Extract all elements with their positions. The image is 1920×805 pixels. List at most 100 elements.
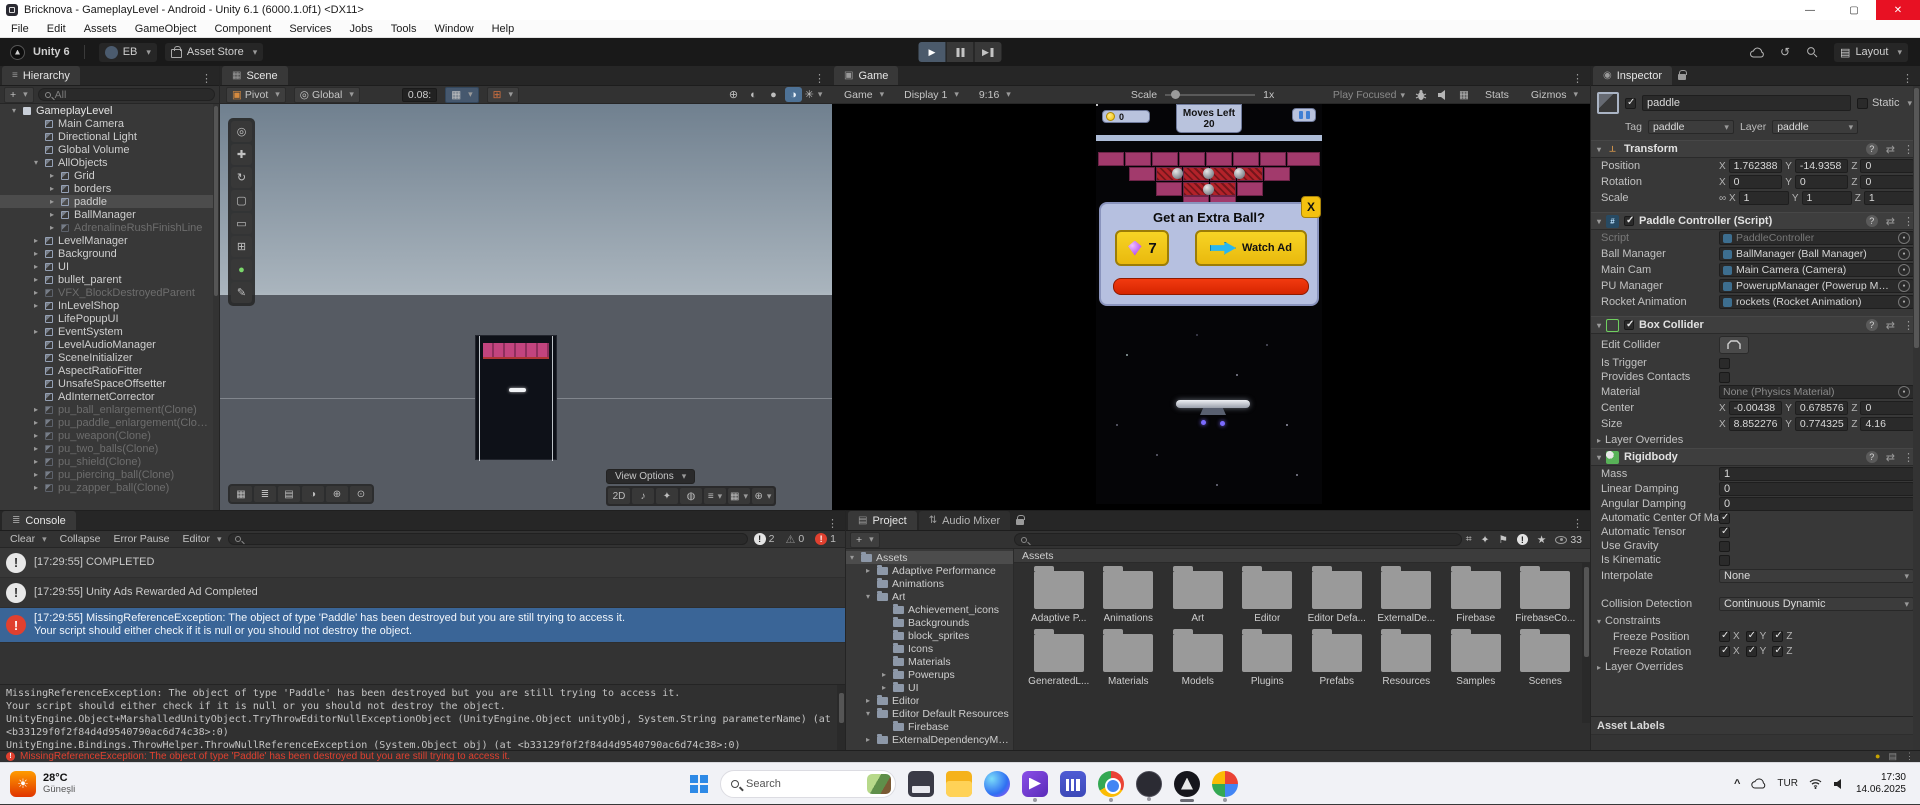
scene-effects-icon[interactable]: ◑ <box>785 87 802 102</box>
transform-header[interactable]: ▾ ⟂ Transform ? ⇄ <box>1591 140 1920 158</box>
y-field[interactable]: 1 <box>1801 191 1852 205</box>
copilot-icon[interactable] <box>984 770 1010 797</box>
y-field[interactable]: 0 <box>1794 175 1849 189</box>
layer-overrides-foldout[interactable]: ▸ Layer Overrides <box>1591 432 1920 448</box>
box-collider-header[interactable]: ▾ Box Collider ? ⇄ <box>1591 316 1920 334</box>
expand-arrow-icon[interactable] <box>850 553 861 562</box>
editor-status-bar[interactable]: ! MissingReferenceException: The object … <box>0 750 1920 762</box>
asset-folder[interactable]: Scenes <box>1511 629 1581 687</box>
provides-contacts-checkbox[interactable] <box>1719 371 1730 383</box>
global-toggle[interactable]: ◎ Global <box>293 86 360 103</box>
hierarchy-item[interactable]: AdrenalineRushFinishLine <box>0 221 219 234</box>
asset-folder[interactable]: Adaptive P... <box>1024 566 1094 624</box>
asset-folder[interactable]: Animations <box>1094 566 1164 624</box>
scene-visibility-icon[interactable]: ◍ <box>680 488 702 504</box>
help-icon[interactable]: ? <box>1865 143 1878 155</box>
wifi-icon[interactable] <box>1809 778 1822 789</box>
rotate-tool[interactable]: ↻ <box>231 167 252 188</box>
asset-store-dropdown[interactable]: Asset Store <box>164 43 264 61</box>
object-reference-field[interactable]: BallManager (Ball Manager) <box>1719 247 1914 261</box>
scene-audio-toggle-icon[interactable]: ♪ <box>632 488 654 504</box>
expand-arrow-icon[interactable] <box>866 735 877 744</box>
menu-item[interactable]: File <box>2 23 38 35</box>
foldout-icon[interactable]: ▾ <box>1597 217 1601 226</box>
step-button[interactable]: ▶ <box>974 42 1002 62</box>
gizmos-dropdown[interactable]: Gizmos <box>1525 87 1584 103</box>
expand-arrow-icon[interactable] <box>882 670 893 679</box>
expand-arrow-icon[interactable] <box>34 405 45 414</box>
tree-folder-item[interactable]: Icons <box>846 642 1013 655</box>
presets-icon[interactable]: ⇄ <box>1886 451 1895 464</box>
hierarchy-item[interactable]: UI <box>0 260 219 273</box>
expand-arrow-icon[interactable] <box>50 197 61 206</box>
hierarchy-item[interactable]: Directional Light <box>0 130 219 143</box>
scene-grid-dropdown-icon[interactable]: ▦ <box>728 488 750 504</box>
favorites-star-icon[interactable]: ★ <box>1537 534 1546 546</box>
game-viewport[interactable]: 0 Moves Left 20 Get an Extra Ball? X 7 W… <box>832 104 1590 510</box>
asset-folder[interactable]: Firebase <box>1441 566 1511 624</box>
game-mode-dropdown[interactable]: Game <box>838 87 890 103</box>
paddle-controller-header[interactable]: ▾ # Paddle Controller (Script) ? ⇄ <box>1591 212 1920 230</box>
minimize-button[interactable]: — <box>1788 0 1832 20</box>
tree-folder-item[interactable]: UI <box>846 681 1013 694</box>
object-reference-field[interactable]: rockets (Rocket Animation) <box>1719 295 1914 309</box>
scale-tool[interactable]: ▢ <box>231 190 252 211</box>
foldout-icon[interactable]: ▾ <box>1597 145 1601 154</box>
tab-game[interactable]: ▣ Game <box>834 66 899 85</box>
gameobject-name-field[interactable]: paddle <box>1642 95 1851 111</box>
scene-overlay-dropdown[interactable]: ✳ <box>805 87 822 102</box>
value-field[interactable]: 0 <box>1719 481 1914 496</box>
expand-arrow-icon[interactable] <box>866 709 877 718</box>
menu-item[interactable]: Help <box>483 23 524 35</box>
menu-item[interactable]: GameObject <box>126 23 206 35</box>
zoom-icon[interactable]: ⊙ <box>350 486 372 502</box>
asset-folder[interactable]: Editor <box>1233 566 1303 624</box>
hierarchy-item[interactable]: SceneInitializer <box>0 351 219 364</box>
object-picker-icon[interactable] <box>1898 280 1910 292</box>
tab-project[interactable]: ▤ Project <box>848 511 917 530</box>
inspector-menu-icon[interactable] <box>1895 72 1920 85</box>
presets-icon[interactable]: ⇄ <box>1886 143 1895 156</box>
static-checkbox[interactable] <box>1856 97 1868 109</box>
asset-folder[interactable]: Art <box>1163 566 1233 624</box>
scene-list-dropdown-icon[interactable]: ≡ <box>704 488 726 504</box>
presets-icon[interactable]: ⇄ <box>1886 215 1895 228</box>
expand-arrow-icon[interactable] <box>866 592 877 601</box>
game-menu-icon[interactable] <box>1565 72 1590 85</box>
x-field[interactable]: 0 <box>1728 175 1783 189</box>
popup-close-button[interactable]: X <box>1301 196 1321 218</box>
expand-arrow-icon[interactable] <box>866 696 877 705</box>
collapse-button[interactable]: Collapse <box>54 533 107 545</box>
layers-icon[interactable]: ≣ <box>254 486 276 502</box>
tab-inspector[interactable]: ◉ Inspector <box>1593 66 1672 85</box>
move-tool[interactable]: ✚ <box>231 144 252 165</box>
2d-toggle[interactable]: 2D <box>608 488 630 504</box>
expand-arrow-icon[interactable] <box>34 262 45 271</box>
tree-folder-item[interactable]: Achievement_icons <box>846 603 1013 616</box>
center-z-field[interactable]: 0 <box>1860 401 1914 415</box>
hierarchy-item[interactable]: AspectRatioFitter <box>0 364 219 377</box>
hierarchy-item[interactable]: pu_zapper_ball(Clone) <box>0 481 219 494</box>
axis-checkbox[interactable] <box>1719 645 1730 657</box>
link-scale-icon[interactable]: ∞ <box>1719 193 1729 204</box>
menu-item[interactable]: Tools <box>382 23 426 35</box>
status-menu-icon[interactable]: ⋮ <box>1905 751 1914 762</box>
content-scrollbar[interactable] <box>1582 563 1590 723</box>
axis-checkbox[interactable] <box>1745 630 1757 642</box>
property-checkbox[interactable] <box>1719 540 1730 552</box>
console-menu-icon[interactable] <box>820 517 845 530</box>
pause-button[interactable] <box>946 42 974 62</box>
status-error-text[interactable]: MissingReferenceException: The object of… <box>20 751 510 762</box>
expand-arrow-icon[interactable] <box>50 210 61 219</box>
console-search-input[interactable] <box>228 533 748 545</box>
active-checkbox[interactable] <box>1625 97 1636 109</box>
presets-icon[interactable]: ⇄ <box>1886 319 1895 332</box>
expand-arrow-icon[interactable] <box>34 236 45 245</box>
expand-arrow-icon[interactable] <box>34 483 45 492</box>
axis-checkbox[interactable] <box>1745 645 1757 657</box>
project-add-button[interactable]: + <box>850 531 880 548</box>
size-z-field[interactable]: 4.16 <box>1860 417 1914 431</box>
console-stacktrace[interactable]: MissingReferenceException: The object of… <box>0 684 845 751</box>
hierarchy-item[interactable]: EventSystem <box>0 325 219 338</box>
stacktrace-scrollbar[interactable] <box>837 685 845 751</box>
